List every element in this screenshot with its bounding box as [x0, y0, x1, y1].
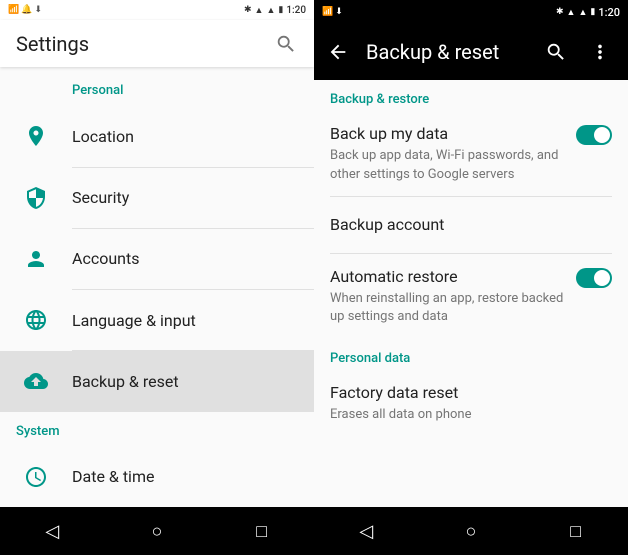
backup-restore-label: Backup & restore [314, 80, 628, 111]
search-button[interactable] [274, 32, 298, 56]
backup-icon [16, 361, 56, 401]
backup-content: Backup & restore Back up my data Back up… [314, 80, 628, 507]
download-icon-r: ⬇ [335, 7, 343, 17]
time-left: 1:20 [286, 5, 306, 16]
automatic-restore-toggle[interactable] [576, 268, 612, 288]
factory-data-reset-title: Factory data reset [330, 382, 600, 404]
automatic-restore-item[interactable]: Automatic restore When reinstalling an a… [314, 254, 628, 339]
search-button-right[interactable] [536, 32, 576, 72]
sidebar-item-backup[interactable]: Backup & reset [0, 351, 314, 411]
status-bar-right-right-icons: ✱ ▲ ▲ ▮ 1:20 [556, 6, 620, 19]
time-right: 1:20 [598, 6, 620, 19]
back-up-my-data-text: Back up my data Back up app data, Wi-Fi … [330, 123, 576, 184]
automatic-restore-title: Automatic restore [330, 266, 564, 288]
datetime-label: Date & time [72, 467, 154, 486]
battery-icon: ▮ [278, 5, 283, 15]
more-options-button[interactable] [580, 32, 620, 72]
backup-account-title: Backup account [330, 215, 444, 234]
app-bar-actions [536, 32, 620, 72]
security-label: Security [72, 188, 129, 207]
status-bar-left-icons: 📶🔔⬇ [8, 5, 42, 15]
clock-icon [16, 457, 56, 497]
signal-icon: ▲ [266, 5, 275, 16]
notif-icon-r: 📶 [322, 7, 333, 17]
app-bar-left: Settings [0, 20, 314, 67]
wifi-icon-r: ▲ [567, 7, 576, 18]
wifi-icon: ▲ [255, 5, 264, 16]
security-icon [16, 178, 56, 218]
nav-bar-left: ◁ ○ □ [0, 507, 314, 555]
sidebar-item-security[interactable]: Security [0, 167, 314, 227]
factory-data-reset-item[interactable]: Factory data reset Erases all data on ph… [314, 370, 628, 437]
back-up-my-data-toggle[interactable] [576, 125, 612, 145]
bt-icon-r: ✱ [556, 7, 564, 17]
language-label: Language & input [72, 311, 196, 330]
back-up-my-data-title: Back up my data [330, 123, 564, 145]
sidebar-item-datetime[interactable]: Date & time [0, 447, 314, 507]
personal-data-label: Personal data [314, 339, 628, 370]
settings-title: Settings [16, 32, 274, 56]
nav-bar-right: ◁ ○ □ [314, 507, 628, 555]
back-arrow-button[interactable] [318, 32, 358, 72]
back-up-my-data-subtitle: Back up app data, Wi-Fi passwords, and o… [330, 147, 564, 183]
factory-data-reset-text: Factory data reset Erases all data on ph… [330, 382, 612, 425]
sidebar-item-accounts[interactable]: Accounts [0, 229, 314, 289]
backup-label: Backup & reset [72, 372, 179, 391]
right-panel: 📶 ⬇ ✱ ▲ ▲ ▮ 1:20 Backup & reset Backup & [314, 0, 628, 555]
accounts-icon [16, 239, 56, 279]
automatic-restore-text: Automatic restore When reinstalling an a… [330, 266, 576, 327]
bluetooth-icon: ✱ [244, 5, 252, 15]
location-label: Location [72, 127, 134, 146]
status-bar-right: 📶 ⬇ ✱ ▲ ▲ ▮ 1:20 [314, 0, 628, 24]
notification-icons: 📶🔔⬇ [8, 5, 42, 15]
home-button-left[interactable]: ○ [127, 507, 187, 555]
recents-button-right[interactable]: □ [546, 507, 606, 555]
status-bar-right-left-icons: 📶 ⬇ [322, 7, 343, 17]
back-up-my-data-item[interactable]: Back up my data Back up app data, Wi-Fi … [314, 111, 628, 196]
language-icon [16, 300, 56, 340]
battery-icon-r: ▮ [590, 7, 595, 17]
sidebar-item-location[interactable]: Location [0, 106, 314, 166]
automatic-restore-subtitle: When reinstalling an app, restore backed… [330, 290, 564, 326]
left-panel: 📶🔔⬇ ✱ ▲ ▲ ▮ 1:20 Settings Personal Locat… [0, 0, 314, 555]
home-button-right[interactable]: ○ [441, 507, 501, 555]
back-button-right[interactable]: ◁ [336, 507, 396, 555]
sidebar-item-language[interactable]: Language & input [0, 290, 314, 350]
section-personal-label: Personal [0, 67, 314, 106]
app-bar-right: Backup & reset [314, 24, 628, 80]
backup-account-item[interactable]: Backup account [314, 197, 628, 253]
signal-icon-r: ▲ [578, 7, 587, 18]
location-icon [16, 116, 56, 156]
factory-data-reset-subtitle: Erases all data on phone [330, 406, 600, 424]
back-button-left[interactable]: ◁ [22, 507, 82, 555]
status-bar-left: 📶🔔⬇ ✱ ▲ ▲ ▮ 1:20 [0, 0, 314, 20]
section-system-label: System [0, 412, 314, 447]
status-bar-right-icons: ✱ ▲ ▲ ▮ 1:20 [244, 5, 306, 16]
recents-button-left[interactable]: □ [232, 507, 292, 555]
accounts-label: Accounts [72, 249, 139, 268]
backup-reset-title: Backup & reset [366, 40, 528, 64]
